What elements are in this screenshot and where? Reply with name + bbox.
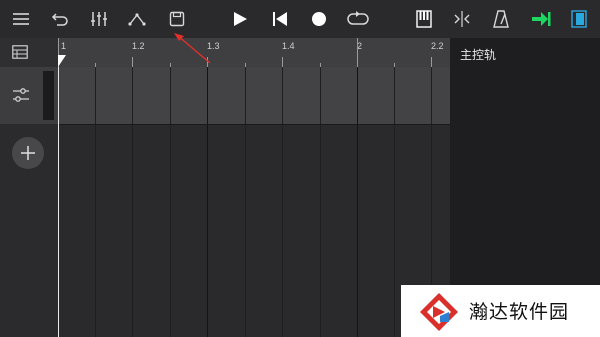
record-icon[interactable]	[303, 0, 335, 38]
track-list-icon	[12, 45, 28, 59]
grid-line	[95, 67, 96, 337]
annotation-arrow-icon	[174, 33, 211, 64]
menu-icon[interactable]	[5, 0, 37, 38]
grid-line	[245, 67, 246, 337]
keyboard-icon[interactable]	[408, 0, 440, 38]
lane-divider	[58, 124, 450, 125]
skip-back-icon[interactable]	[264, 0, 296, 38]
panel-toggle-icon[interactable]	[563, 0, 595, 38]
add-track-button[interactable]	[12, 137, 44, 169]
ruler-tick	[132, 57, 133, 67]
grid-line	[170, 67, 171, 337]
mixer-icon[interactable]	[83, 0, 115, 38]
panel-title: 主控轨	[460, 48, 497, 62]
watermark-logo-icon	[420, 293, 458, 331]
grid-line	[320, 67, 321, 337]
export-icon[interactable]	[525, 0, 557, 38]
ruler-label: 2.2	[431, 41, 444, 51]
undo-icon[interactable]	[44, 0, 76, 38]
playhead-handle-icon[interactable]	[57, 55, 67, 67]
play-icon[interactable]	[224, 0, 256, 38]
playhead-line[interactable]	[58, 67, 59, 337]
track-settings-icon[interactable]	[12, 87, 30, 103]
track-list-toggle[interactable]	[0, 38, 58, 67]
watermark: 瀚达软件园	[401, 285, 600, 337]
ruler-tick	[431, 57, 432, 67]
grid-line	[207, 67, 208, 337]
ruler-label: 1.2	[132, 41, 145, 51]
ruler-label: 1	[61, 41, 67, 51]
top-toolbar	[0, 0, 600, 38]
track-header-column	[0, 38, 58, 337]
ruler-bar-tick	[357, 38, 358, 67]
grid-line	[132, 67, 133, 337]
metronome-icon[interactable]	[485, 0, 517, 38]
track-level-meter	[43, 71, 54, 120]
timeline-ruler[interactable]: 1 1.2 1.3 1.4 2 2.2	[58, 38, 450, 67]
track-header[interactable]	[0, 67, 58, 124]
watermark-text: 瀚达软件园	[469, 301, 570, 323]
grid-line	[394, 67, 395, 337]
ruler-label: 1.4	[282, 41, 295, 51]
track-lane[interactable]	[58, 67, 450, 124]
loop-icon[interactable]	[342, 0, 374, 38]
automation-icon[interactable]	[121, 0, 153, 38]
grid-line	[357, 67, 358, 337]
split-icon[interactable]	[446, 0, 478, 38]
ruler-tick	[282, 57, 283, 67]
grid-line	[282, 67, 283, 337]
plus-icon	[21, 146, 35, 160]
tracks-editor[interactable]	[58, 67, 450, 337]
